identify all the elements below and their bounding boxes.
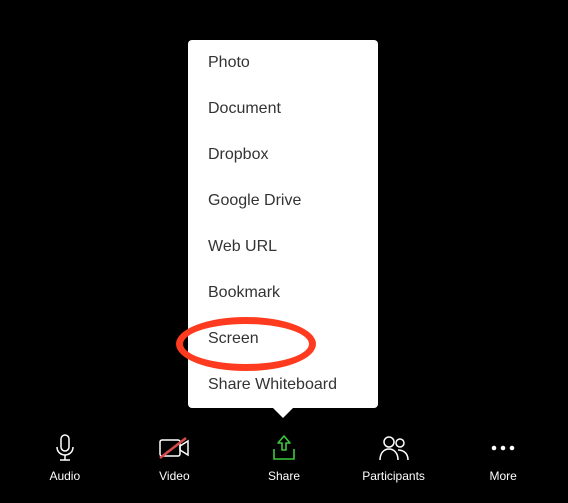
share-option-screen[interactable]: Screen: [188, 316, 378, 362]
share-option-dropbox[interactable]: Dropbox: [188, 132, 378, 178]
share-option-photo[interactable]: Photo: [188, 40, 378, 86]
share-option-document[interactable]: Document: [188, 86, 378, 132]
share-option-web-url[interactable]: Web URL: [188, 224, 378, 270]
video-off-icon: [158, 433, 190, 463]
participants-button[interactable]: Participants: [354, 433, 434, 483]
share-option-bookmark[interactable]: Bookmark: [188, 270, 378, 316]
share-button[interactable]: Share: [244, 433, 324, 483]
share-menu: Photo Document Dropbox Google Drive Web …: [188, 40, 378, 408]
share-icon: [271, 433, 297, 463]
video-button[interactable]: Video: [134, 433, 214, 483]
meeting-toolbar: Audio Video Share: [0, 433, 568, 483]
audio-label: Audio: [49, 469, 80, 483]
share-option-google-drive[interactable]: Google Drive: [188, 178, 378, 224]
more-label: More: [490, 469, 517, 483]
participants-label: Participants: [362, 469, 425, 483]
share-label: Share: [268, 469, 300, 483]
microphone-icon: [54, 433, 76, 463]
more-button[interactable]: More: [463, 433, 543, 483]
audio-button[interactable]: Audio: [25, 433, 105, 483]
participants-icon: [378, 433, 410, 463]
more-icon: [489, 433, 517, 463]
share-option-whiteboard[interactable]: Share Whiteboard: [188, 362, 378, 408]
video-label: Video: [159, 469, 189, 483]
